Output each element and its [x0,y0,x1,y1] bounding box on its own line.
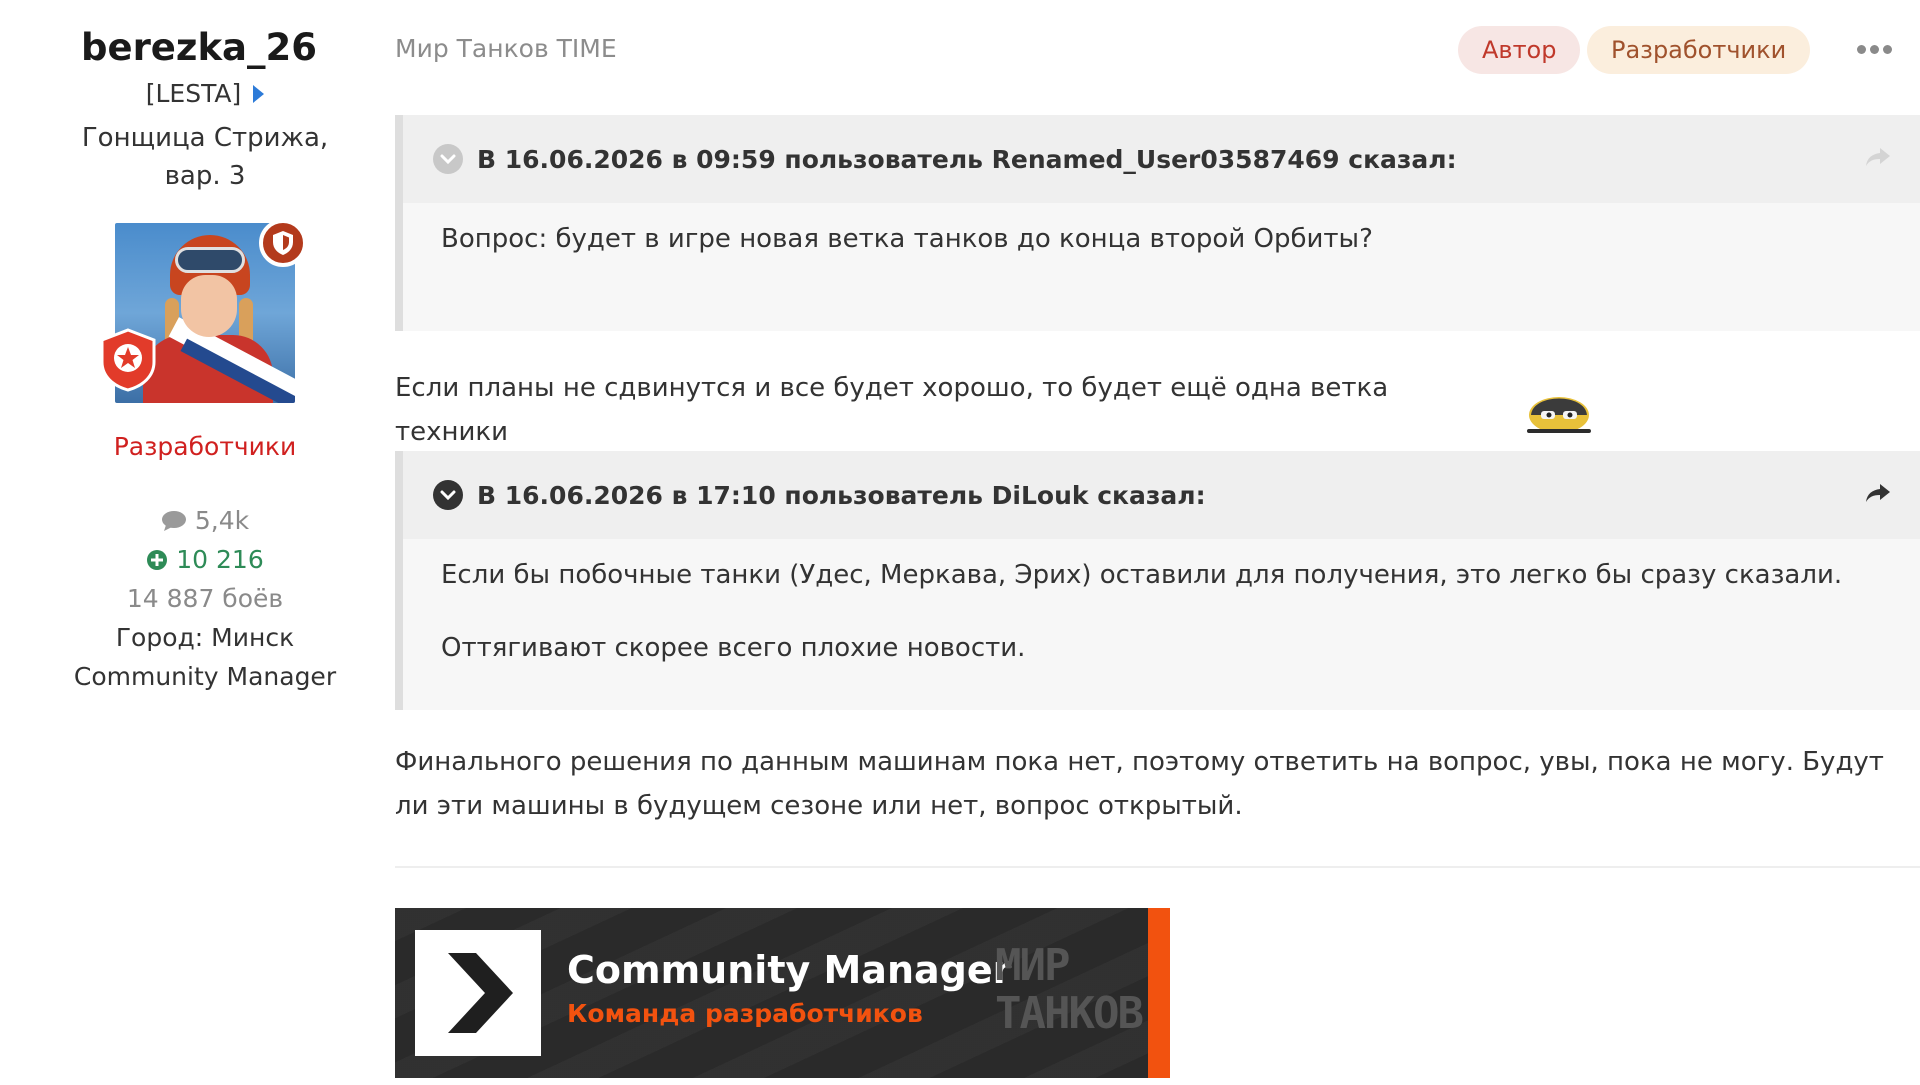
star-badge-icon [99,328,157,392]
developers-badge: Разработчики [1587,26,1811,74]
author-role: Разработчики [113,432,297,461]
reply-paragraph: Финального решения по данным машинам пок… [395,747,1884,821]
quote-header[interactable]: В 16.06.2026 в 09:59 пользователь Rename… [403,115,1920,203]
shield-badge-icon [259,219,307,267]
author-title: Гонщица Стрижа, вар. 3 [81,123,329,191]
forum-name[interactable]: Мир Танков TIME [395,34,617,63]
author-city: Город: Минск [115,623,295,652]
clan-tag: [LESTA] [145,79,242,108]
quote-text: Если бы побочные танки (Удес, Меркава, Э… [441,560,1843,590]
play-logo-icon [415,930,541,1056]
author-stats: 5,4k 10 216 14 887 боёв Город: Минск Com… [40,501,370,696]
game-brand-logo: МИР ТАНКОВ [995,940,1144,1039]
comment-icon [161,510,186,531]
quote-block: В 16.06.2026 в 09:59 пользователь Rename… [395,115,1920,331]
reputation-count[interactable]: 10 216 [40,540,370,579]
quote-text: Вопрос: будет в игре новая ветка танков … [441,224,1373,254]
quote-header[interactable]: В 16.06.2026 в 17:10 пользователь DiLouk… [403,451,1920,539]
accent-bar [1148,908,1170,1078]
quote-body: Если бы побочные танки (Удес, Меркава, Э… [403,539,1920,710]
emoji-icon [1527,397,1592,433]
reply-paragraph: Если планы не сдвинутся и все будет хоро… [395,366,1595,454]
author-position: Community Manager [73,662,337,691]
share-icon[interactable] [1864,145,1892,174]
clan-arrow-icon [253,85,265,103]
chevron-down-icon[interactable] [433,144,463,174]
signature-banner: Community Manager Команда разработчиков … [395,908,1170,1078]
author-panel: berezka_26 [LESTA] Гонщица Стрижа, вар. … [40,20,370,696]
signature-divider [395,866,1920,868]
chevron-down-icon[interactable] [433,480,463,510]
forum-post: berezka_26 [LESTA] Гонщица Стрижа, вар. … [0,0,1920,1085]
clan-row[interactable]: [LESTA] [40,76,370,112]
signature-title: Community Manager [567,948,1012,992]
quote-text: Оттягивают скорее всего плохие новости. [441,633,1026,663]
signature-subtitle: Команда разработчиков [567,999,923,1028]
quote-header-text: В 16.06.2026 в 09:59 пользователь Rename… [477,144,1457,174]
battle-count: 14 887 боёв [126,584,284,613]
more-options-icon[interactable] [1857,34,1897,64]
quote-body: Вопрос: будет в игре новая ветка танков … [403,203,1920,331]
avatar-container[interactable] [100,219,307,403]
author-name-link[interactable]: berezka_26 [28,20,370,76]
post-count: 5,4k [40,501,370,540]
plus-circle-icon [147,549,168,570]
post-header: Мир Танков TIME Автор Разработчики [395,22,1920,78]
share-icon[interactable] [1864,481,1892,510]
quote-header-text: В 16.06.2026 в 17:10 пользователь DiLouk… [477,480,1206,510]
quote-block: В 16.06.2026 в 17:10 пользователь DiLouk… [395,451,1920,710]
author-badge: Автор [1458,26,1581,74]
